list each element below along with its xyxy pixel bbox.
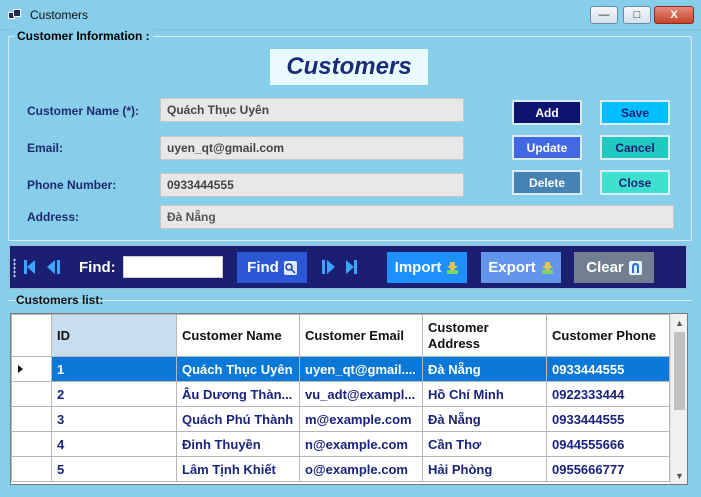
- header-row: ID Customer Name Customer Email Customer…: [11, 314, 670, 357]
- table-row[interactable]: 2 Âu Dương Thàn... vu_adt@exampl... Hồ C…: [11, 381, 670, 407]
- phone-field[interactable]: 0933444555: [160, 173, 464, 197]
- column-header-name[interactable]: Customer Name: [176, 314, 300, 357]
- last-record-icon[interactable]: [346, 260, 357, 274]
- cell-phone[interactable]: 0922333444: [546, 381, 670, 407]
- address-field[interactable]: Đà Nẵng: [160, 205, 674, 229]
- title-bar: Customers — □ X: [0, 0, 701, 30]
- table-row[interactable]: 4 Đinh Thuyền n@example.com Cần Thơ 0944…: [11, 431, 670, 457]
- row-header[interactable]: [11, 406, 52, 432]
- vertical-scrollbar[interactable]: ▲ ▼: [670, 314, 687, 484]
- row-header[interactable]: [11, 381, 52, 407]
- current-row-arrow-icon: [18, 365, 23, 373]
- cell-id[interactable]: 3: [51, 406, 177, 432]
- find-button-label: Find: [247, 259, 279, 276]
- find-label: Find:: [79, 259, 116, 276]
- maximize-button[interactable]: □: [623, 6, 651, 24]
- cell-email[interactable]: o@example.com: [299, 456, 423, 482]
- cell-name[interactable]: Đinh Thuyền: [176, 431, 300, 457]
- cell-address[interactable]: Đà Nẵng: [422, 356, 547, 382]
- window-title: Customers: [30, 8, 89, 22]
- cell-phone[interactable]: 0933444555: [546, 356, 670, 382]
- customers-table: ID Customer Name Customer Email Customer…: [11, 314, 670, 482]
- row-header[interactable]: [11, 356, 52, 382]
- cell-address[interactable]: Đà Nẵng: [422, 406, 547, 432]
- cell-address[interactable]: Cần Thơ: [422, 431, 547, 457]
- toolbar: Find: Find Import Export Clear: [9, 245, 687, 289]
- row-header[interactable]: [11, 431, 52, 457]
- clear-button[interactable]: Clear: [574, 252, 654, 283]
- import-button-label: Import: [394, 259, 442, 276]
- address-label: Address:: [27, 210, 80, 224]
- phone-label: Phone Number:: [27, 178, 117, 192]
- row-header[interactable]: [11, 456, 52, 482]
- find-input[interactable]: [123, 256, 223, 278]
- toolbar-grip[interactable]: [13, 258, 16, 278]
- find-button[interactable]: Find: [237, 252, 307, 283]
- cell-email[interactable]: n@example.com: [299, 431, 423, 457]
- export-button-label: Export: [488, 259, 536, 276]
- import-button[interactable]: Import: [387, 252, 467, 283]
- cell-phone[interactable]: 0933444555: [546, 406, 670, 432]
- table-row[interactable]: 1 Quách Thục Uyên uyen_qt@gmail.... Đà N…: [11, 356, 670, 382]
- cell-id[interactable]: 2: [51, 381, 177, 407]
- clear-icon: [628, 260, 642, 275]
- cell-email[interactable]: uyen_qt@gmail....: [299, 356, 423, 382]
- customers-grid[interactable]: ID Customer Name Customer Email Customer…: [10, 313, 688, 485]
- save-button[interactable]: Save: [600, 100, 670, 125]
- table-row[interactable]: 3 Quách Phú Thành m@example.com Đà Nẵng …: [11, 406, 670, 432]
- cell-email[interactable]: m@example.com: [299, 406, 423, 432]
- cell-phone[interactable]: 0944555666: [546, 431, 670, 457]
- cell-address[interactable]: Hồ Chí Minh: [422, 381, 547, 407]
- clear-button-label: Clear: [586, 259, 624, 276]
- cancel-button[interactable]: Cancel: [600, 135, 670, 160]
- search-icon: [283, 260, 297, 275]
- update-button[interactable]: Update: [512, 135, 582, 160]
- cell-email[interactable]: vu_adt@exampl...: [299, 381, 423, 407]
- page-title: Customers: [270, 49, 428, 85]
- column-header-email[interactable]: Customer Email: [299, 314, 423, 357]
- delete-button[interactable]: Delete: [512, 170, 582, 195]
- email-label: Email:: [27, 141, 64, 155]
- cell-name[interactable]: Quách Thục Uyên: [176, 356, 300, 382]
- close-button[interactable]: Close: [600, 170, 670, 195]
- scroll-down-arrow-icon[interactable]: ▼: [671, 467, 687, 484]
- export-arrow-icon: [541, 261, 553, 274]
- scrollbar-thumb[interactable]: [674, 332, 685, 410]
- scroll-up-arrow-icon[interactable]: ▲: [671, 314, 687, 331]
- cell-name[interactable]: Quách Phú Thành: [176, 406, 300, 432]
- row-header-corner: [11, 314, 52, 357]
- cell-address[interactable]: Hải Phòng: [422, 456, 547, 482]
- window-icon: [8, 9, 22, 21]
- customer-info-legend: Customer Information :: [14, 29, 153, 43]
- first-record-icon[interactable]: [24, 260, 35, 274]
- cell-id[interactable]: 5: [51, 456, 177, 482]
- customer-name-label: Customer Name (*):: [27, 104, 140, 118]
- cell-id[interactable]: 4: [51, 431, 177, 457]
- close-window-button[interactable]: X: [654, 6, 694, 24]
- table-row[interactable]: 5 Lâm Tịnh Khiết o@example.com Hải Phòng…: [11, 456, 670, 482]
- cell-name[interactable]: Âu Dương Thàn...: [176, 381, 300, 407]
- import-arrow-icon: [447, 261, 459, 274]
- add-button[interactable]: Add: [512, 100, 582, 125]
- minimize-button[interactable]: —: [590, 6, 618, 24]
- cell-phone[interactable]: 0955666777: [546, 456, 670, 482]
- email-field[interactable]: uyen_qt@gmail.com: [160, 136, 464, 160]
- cell-id[interactable]: 1: [51, 356, 177, 382]
- customer-name-field[interactable]: Quách Thục Uyên: [160, 98, 464, 122]
- customers-list-label: Customers list:: [16, 293, 104, 307]
- list-divider: [8, 300, 692, 301]
- cell-name[interactable]: Lâm Tịnh Khiết: [176, 456, 300, 482]
- column-header-address[interactable]: Customer Address: [422, 314, 547, 357]
- column-header-id[interactable]: ID: [51, 314, 177, 357]
- next-record-icon[interactable]: [322, 260, 335, 274]
- column-header-phone[interactable]: Customer Phone: [546, 314, 670, 357]
- previous-record-icon[interactable]: [47, 260, 60, 274]
- export-button[interactable]: Export: [481, 252, 561, 283]
